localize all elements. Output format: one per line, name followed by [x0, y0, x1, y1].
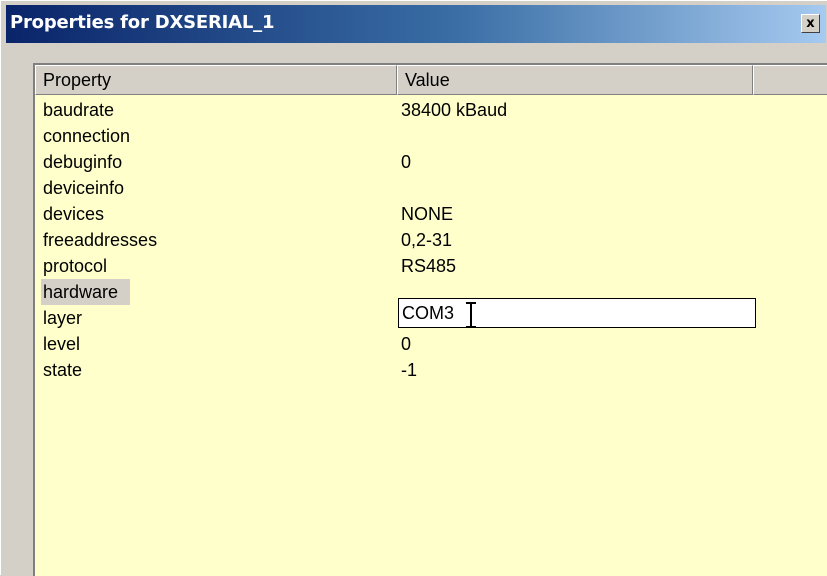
property-value: 0: [401, 334, 412, 354]
list-row-state[interactable]: state -1: [35, 357, 827, 383]
property-name-selected: hardware: [41, 279, 131, 305]
property-name: connection: [43, 126, 131, 146]
property-name: baudrate: [43, 100, 115, 120]
property-name: freeaddresses: [43, 230, 158, 250]
list-row-baudrate[interactable]: baudrate 38400 kBaud: [35, 97, 827, 123]
column-header-property[interactable]: Property: [35, 65, 397, 95]
property-value: 38400 kBaud: [401, 100, 508, 120]
property-list[interactable]: Property Value baudrate 38400 kBaud conn…: [33, 63, 827, 576]
property-name: devices: [43, 204, 105, 224]
list-header: Property Value: [35, 65, 827, 95]
list-row-debuginfo[interactable]: debuginfo 0: [35, 149, 827, 175]
list-row-deviceinfo[interactable]: deviceinfo: [35, 175, 827, 201]
hardware-value-editor[interactable]: [398, 298, 756, 328]
property-value: NONE: [401, 204, 454, 224]
title-bar[interactable]: Properties for DXSERIAL_1 x: [6, 5, 826, 43]
property-value: -1: [401, 360, 418, 380]
property-value: 0: [401, 152, 412, 172]
list-row-devices[interactable]: devices NONE: [35, 201, 827, 227]
close-icon: x: [806, 16, 815, 31]
hardware-value-input[interactable]: [399, 299, 755, 327]
property-value: 0,2-31: [401, 230, 453, 250]
property-name: deviceinfo: [43, 178, 125, 198]
column-header-value[interactable]: Value: [397, 65, 753, 95]
properties-dialog: Properties for DXSERIAL_1 x Property Val…: [0, 0, 827, 576]
property-name: debuginfo: [43, 152, 123, 172]
property-name: level: [43, 334, 81, 354]
property-name: layer: [43, 308, 83, 328]
list-row-level[interactable]: level 0: [35, 331, 827, 357]
list-row-connection[interactable]: connection: [35, 123, 827, 149]
list-row-protocol[interactable]: protocol RS485: [35, 253, 827, 279]
list-row-freeaddresses[interactable]: freeaddresses 0,2-31: [35, 227, 827, 253]
window-title: Properties for DXSERIAL_1: [10, 12, 275, 33]
property-value: RS485: [401, 256, 457, 276]
property-name: protocol: [43, 256, 108, 276]
close-button[interactable]: x: [801, 14, 820, 33]
property-name: state: [43, 360, 83, 380]
column-header-empty[interactable]: [753, 65, 827, 95]
text-caret-icon: [466, 302, 476, 328]
